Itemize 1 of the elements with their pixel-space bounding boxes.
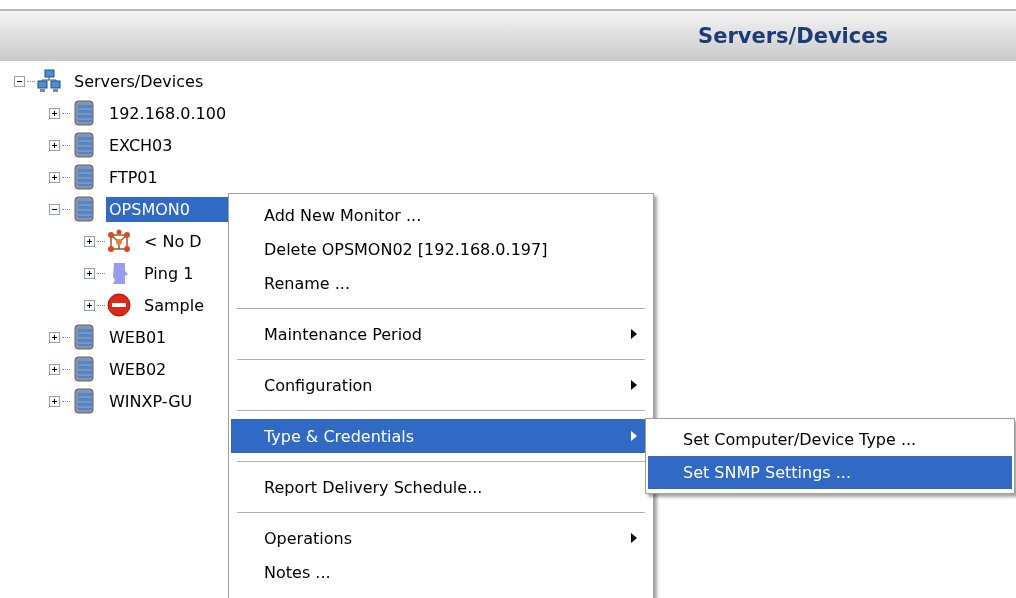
panel-title: Servers/Devices bbox=[698, 24, 888, 48]
